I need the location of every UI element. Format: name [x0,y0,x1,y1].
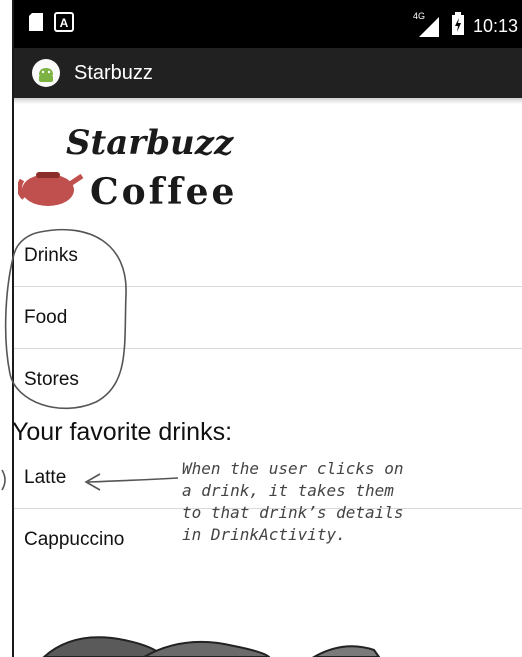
signal-4g-icon: 4G [413,11,443,39]
ink-mark [1,469,6,491]
favorite-drink-label: Cappuccino [24,529,125,550]
handdrawn-circle-annotation [4,228,127,410]
annotation-line: When the user clicks on [182,459,404,478]
android-app-icon[interactable] [32,59,60,87]
notification-a-icon: A [54,12,74,37]
favorite-drink-label: Latte [24,467,67,488]
arrow-annotation [84,473,179,491]
annotation-line: to that drink’s details [182,503,404,522]
sim-card-icon [28,12,44,37]
app-title: Starbuzz [74,61,153,84]
bottom-decoration [42,636,381,657]
status-bar: A 4G 10:13 [14,0,522,48]
app-bar: Starbuzz [14,48,522,98]
app-bar-shadow [14,98,522,104]
annotation-line: a drink, it takes them [182,481,394,500]
logo-line1: Starbuzz [66,123,234,163]
favorites-header: Your favorite drinks: [12,418,233,446]
clock-time: 10:13 [472,16,518,36]
handwritten-annotation: When the user clicks on a drink, it take… [182,458,512,546]
starbuzz-coffee-logo: Starbuzz Coffee [18,110,268,214]
svg-text:A: A [60,16,69,30]
network-type-label: 4G [412,10,425,21]
logo-line2: Coffee [90,171,237,213]
battery-charging-icon [451,12,465,41]
annotation-line: in DrinkActivity. [182,525,346,544]
